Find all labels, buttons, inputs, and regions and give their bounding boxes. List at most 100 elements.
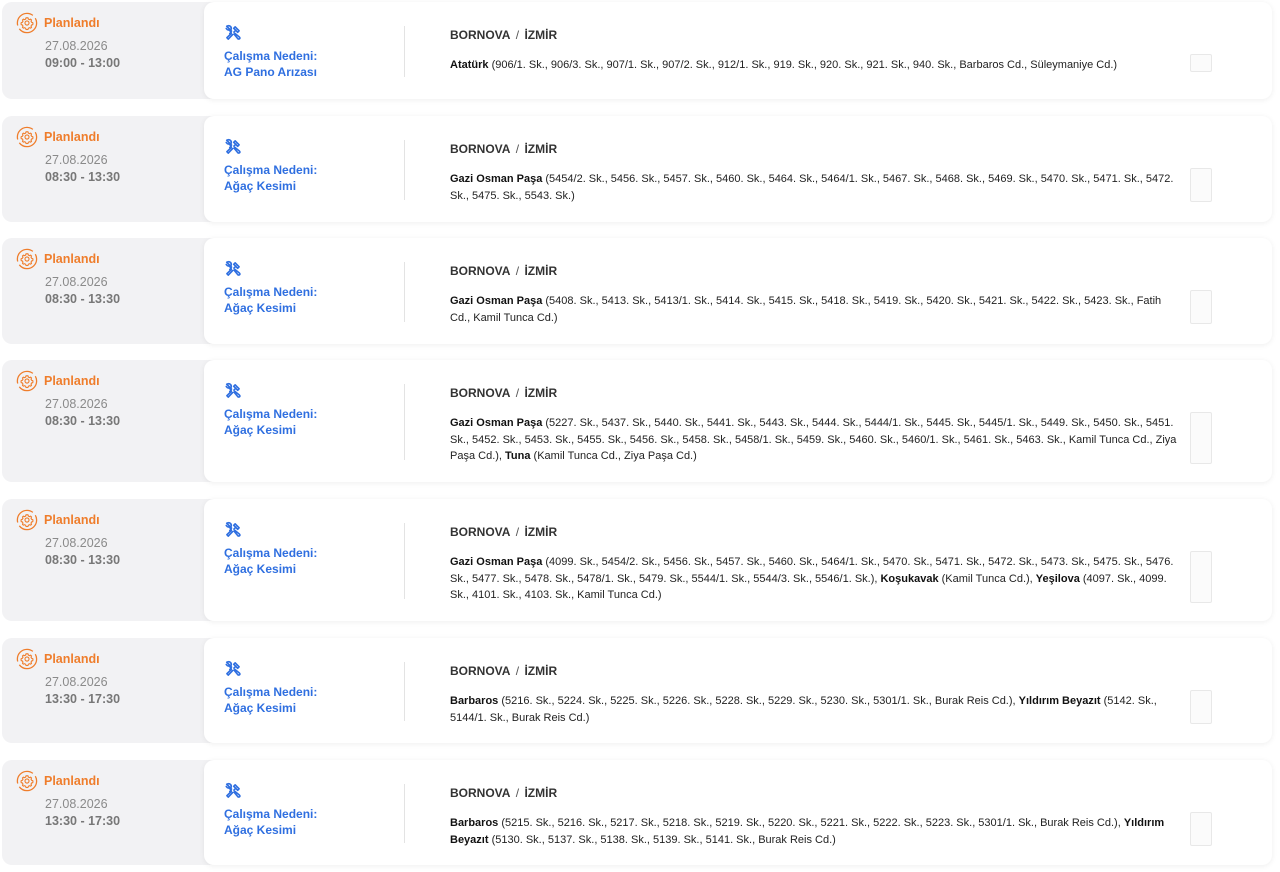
street-list: (Kamil Tunca Cd., Ziya Paşa Cd.) [530,450,697,462]
district-name: BORNOVA [450,786,511,800]
work-reason-value: Ağaç Kesimi [224,423,297,437]
outage-item: Planlandı 27.08.2026 08:30 - 13:30 Çalış… [2,116,1272,222]
city-name: İZMİR [524,664,558,678]
status-label: Planlandı [44,16,100,30]
divider [404,784,405,843]
status-label: Planlandı [44,774,100,788]
location-separator: / [512,386,523,400]
work-reason: Çalışma Nedeni: Ağaç Kesimi [224,782,394,838]
outage-details-card: Çalışma Nedeni: Ağaç Kesimi BORNOVA / İZ… [204,760,1272,865]
district-name: BORNOVA [450,142,511,156]
work-reason-value: Ağaç Kesimi [224,179,297,193]
status-panel: Planlandı 27.08.2026 13:30 - 17:30 [2,638,232,743]
scrollbar[interactable] [1190,812,1212,846]
outage-time-range: 08:30 - 13:30 [45,553,121,567]
affected-streets: Gazi Osman Paşa (5227. Sk., 5437. Sk., 5… [450,415,1180,465]
district-name: BORNOVA [450,264,511,278]
outage-details-card: Çalışma Nedeni: AG Pano Arızası BORNOVA … [204,2,1272,99]
work-reason-label: Çalışma Nedeni: [224,285,318,299]
gear-refresh-icon [16,648,38,670]
district-name: BORNOVA [450,525,511,539]
divider [404,523,405,599]
work-reason-value: AG Pano Arızası [224,65,317,79]
location: BORNOVA / İZMİR [450,664,557,678]
divider [404,26,405,77]
outage-time-range: 13:30 - 17:30 [45,814,121,828]
location: BORNOVA / İZMİR [450,525,557,539]
scrollbar[interactable] [1190,412,1212,464]
location: BORNOVA / İZMİR [450,786,557,800]
outage-list: Planlandı 27.08.2026 09:00 - 13:00 Çalış… [0,0,1280,872]
city-name: İZMİR [524,264,558,278]
location-separator: / [512,28,523,42]
scrollbar[interactable] [1190,54,1212,72]
neighborhood-name: Gazi Osman Paşa [450,417,543,429]
outage-details-card: Çalışma Nedeni: Ağaç Kesimi BORNOVA / İZ… [204,638,1272,743]
outage-time-range: 08:30 - 13:30 [45,170,121,184]
affected-streets: Gazi Osman Paşa (4099. Sk., 5454/2. Sk.,… [450,554,1180,604]
outage-item: Planlandı 27.08.2026 08:30 - 13:30 Çalış… [2,238,1272,344]
street-list: (5130. Sk., 5137. Sk., 5138. Sk., 5139. … [488,833,836,846]
work-reason-value: Ağaç Kesimi [224,701,297,715]
street-list: (5454/2. Sk., 5456. Sk., 5457. Sk., 5460… [450,173,1174,202]
scrollbar[interactable] [1190,290,1212,324]
divider [404,662,405,721]
tools-icon [225,521,241,537]
neighborhood-name: Yeşilova [1035,572,1080,585]
affected-streets: Barbaros (5216. Sk., 5224. Sk., 5225. Sk… [450,693,1180,726]
neighborhood-name: Gazi Osman Paşa [450,295,543,307]
outage-date: 27.08.2026 [45,797,108,811]
district-name: BORNOVA [450,664,511,678]
work-reason-value: Ağaç Kesimi [224,562,297,576]
neighborhood-name: Gazi Osman Paşa [450,556,543,568]
outage-date: 27.08.2026 [45,536,108,550]
street-list: (5215. Sk., 5216. Sk., 5217. Sk., 5218. … [498,817,1124,829]
status-label: Planlandı [44,252,100,266]
neighborhood-name: Yıldırım Beyazıt [1018,695,1101,707]
location-separator: / [512,786,523,800]
location: BORNOVA / İZMİR [450,28,557,42]
gear-refresh-icon [16,12,38,34]
work-reason: Çalışma Nedeni: Ağaç Kesimi [224,138,394,194]
work-reason-label: Çalışma Nedeni: [224,407,318,421]
tools-icon [225,660,241,676]
outage-time-range: 09:00 - 13:00 [45,56,121,70]
status-label: Planlandı [44,513,100,527]
scrollbar[interactable] [1190,168,1212,202]
outage-details-card: Çalışma Nedeni: Ağaç Kesimi BORNOVA / İZ… [204,360,1272,482]
city-name: İZMİR [524,142,558,156]
gear-refresh-icon [16,509,38,531]
status-panel: Planlandı 27.08.2026 08:30 - 13:30 [2,360,232,482]
outage-item: Planlandı 27.08.2026 09:00 - 13:00 Çalış… [2,2,1272,99]
work-reason-label: Çalışma Nedeni: [224,685,318,699]
outage-item: Planlandı 27.08.2026 08:30 - 13:30 Çalış… [2,360,1272,482]
work-reason-label: Çalışma Nedeni: [224,49,318,63]
city-name: İZMİR [524,525,558,539]
street-list: (5216. Sk., 5224. Sk., 5225. Sk., 5226. … [498,695,1019,707]
tools-icon [225,260,241,276]
status-label: Planlandı [44,652,100,666]
scrollbar[interactable] [1190,551,1212,603]
scrollbar[interactable] [1190,690,1212,724]
status-panel: Planlandı 27.08.2026 09:00 - 13:00 [2,2,232,99]
work-reason: Çalışma Nedeni: Ağaç Kesimi [224,382,394,438]
outage-date: 27.08.2026 [45,39,108,53]
city-name: İZMİR [524,28,558,42]
neighborhood-name: Barbaros [450,817,499,829]
status-panel: Planlandı 27.08.2026 13:30 - 17:30 [2,760,232,865]
neighborhood-name: Gazi Osman Paşa [450,173,543,185]
district-name: BORNOVA [450,28,511,42]
status-panel: Planlandı 27.08.2026 08:30 - 13:30 [2,238,232,344]
outage-date: 27.08.2026 [45,675,108,689]
outage-date: 27.08.2026 [45,397,108,411]
work-reason: Çalışma Nedeni: Ağaç Kesimi [224,660,394,716]
tools-icon [225,782,241,798]
gear-refresh-icon [16,126,38,148]
outage-item: Planlandı 27.08.2026 08:30 - 13:30 Çalış… [2,499,1272,621]
neighborhood-name: Koşukavak [880,572,939,585]
outage-time-range: 08:30 - 13:30 [45,292,121,306]
location: BORNOVA / İZMİR [450,142,557,156]
street-list: (906/1. Sk., 906/3. Sk., 907/1. Sk., 907… [488,59,1118,71]
neighborhood-name: Tuna [505,450,531,462]
city-name: İZMİR [524,386,558,400]
